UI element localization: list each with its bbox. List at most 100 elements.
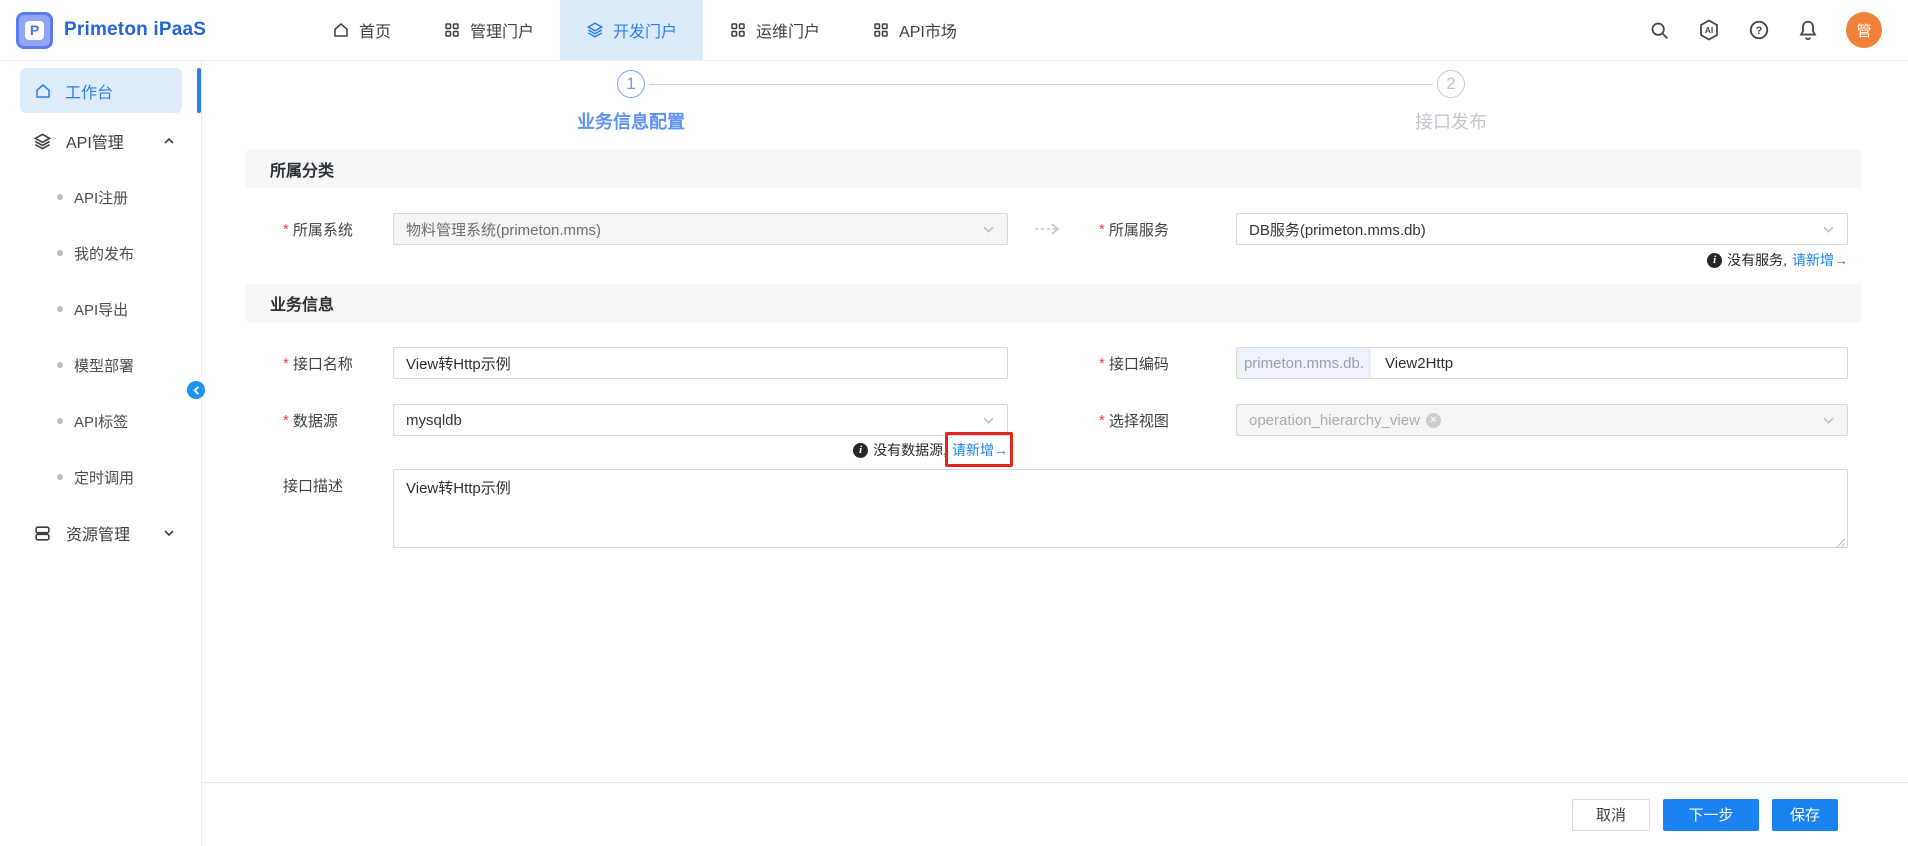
app-title: Primeton iPaaS [64, 19, 206, 41]
service-select[interactable]: DB服务(primeton.mms.db) [1236, 213, 1848, 245]
field-label-select-view: 选择视图 [1099, 410, 1169, 431]
grid-icon [729, 21, 747, 39]
view-select[interactable]: operation_hierarchy_view ✕ [1236, 404, 1848, 436]
nav-item-home[interactable]: 首页 [306, 0, 417, 60]
sidebar-item-workbench[interactable]: 工作台 [20, 68, 182, 113]
bullet-icon [57, 362, 63, 368]
step-2-label: 接口发布 [1341, 108, 1561, 134]
ai-icon-text: AI [1705, 25, 1714, 35]
step-1-circle: 1 [617, 70, 645, 98]
nav-item-admin-portal[interactable]: 管理门户 [417, 0, 560, 60]
sidebar-item-label: 我的发布 [74, 243, 134, 264]
step-connector-line [649, 84, 1433, 85]
bullet-icon [57, 474, 63, 480]
bullet-icon [57, 418, 63, 424]
field-label-api-name: 接口名称 [283, 353, 393, 374]
step-wizard: 1 业务信息配置 2 接口发布 [246, 61, 1861, 150]
field-label-service: 所属服务 [1099, 219, 1169, 240]
database-icon [33, 524, 52, 543]
section-business-info: 业务信息 接口名称 接口编码 [246, 284, 1861, 573]
footer-action-bar: 取消 下一步 保存 [202, 782, 1908, 846]
nav-item-label: 运维门户 [756, 18, 820, 42]
chevron-down-icon [163, 527, 175, 539]
sidebar-item-api-tags[interactable]: API标签 [0, 393, 201, 449]
selected-view-tag: operation_hierarchy_view ✕ [1249, 412, 1441, 429]
info-icon: i [1707, 253, 1722, 268]
sidebar-collapse-button[interactable] [187, 381, 205, 399]
dashed-arrow-icon [1034, 222, 1064, 236]
chevron-down-icon [1822, 414, 1835, 427]
app-window: P Primeton iPaaS 首页 管理门户 开发门户 [0, 0, 1908, 846]
sidebar-item-label: 模型部署 [74, 355, 134, 376]
save-button[interactable]: 保存 [1772, 799, 1838, 831]
grid-icon [443, 21, 461, 39]
sidebar-item-scheduled-call[interactable]: 定时调用 [0, 449, 201, 505]
step-1-label: 业务信息配置 [521, 108, 741, 134]
grid-icon [872, 21, 890, 39]
sidebar-item-label: API注册 [74, 187, 128, 208]
sidebar-item-api-export[interactable]: API导出 [0, 281, 201, 337]
sidebar-group-resource-management[interactable]: 资源管理 [0, 505, 201, 561]
section-title: 业务信息 [246, 284, 1861, 322]
hint-text: 没有数据源, [873, 440, 947, 460]
svg-text:?: ? [1756, 25, 1763, 37]
cancel-button[interactable]: 取消 [1572, 799, 1650, 831]
navbar-actions: AI ? 管 [1649, 12, 1882, 48]
api-description-textarea[interactable]: View转Http示例 [393, 469, 1848, 548]
sidebar-item-label: API标签 [74, 411, 128, 432]
logo-letter: P [25, 21, 44, 40]
hint-text: 没有服务, [1727, 250, 1787, 270]
chevron-up-icon [163, 135, 175, 147]
no-datasource-hint: i 没有数据源, 请新增→ [283, 439, 1008, 461]
nav-item-label: 管理门户 [470, 18, 534, 42]
sidebar-item-label: 定时调用 [74, 467, 134, 488]
system-select[interactable]: 物料管理系统(primeton.mms) [393, 213, 1008, 245]
add-datasource-link[interactable]: 请新增→ [952, 440, 1008, 460]
section-category: 所属分类 所属系统 物料管理系统(primeton.mms) [246, 150, 1861, 284]
api-name-input[interactable] [393, 347, 1008, 379]
datasource-select[interactable]: mysqldb [393, 404, 1008, 436]
ai-assistant-icon[interactable]: AI [1697, 18, 1721, 42]
add-service-link[interactable]: 请新增→ [1792, 250, 1848, 270]
bullet-icon [57, 194, 63, 200]
sidebar-group-api-management[interactable]: API管理 [0, 113, 201, 169]
layers-icon [33, 132, 52, 151]
sidebar-group-label: API管理 [66, 129, 124, 153]
sidebar-item-label: API导出 [74, 299, 128, 320]
nav-item-label: API市场 [899, 18, 957, 42]
sidebar: 工作台 API管理 API注册 我的发布 API导 [0, 61, 202, 846]
tag-close-icon[interactable]: ✕ [1426, 413, 1441, 428]
nav-item-label: 开发门户 [613, 18, 677, 42]
bullet-icon [57, 250, 63, 256]
main-content: 1 业务信息配置 2 接口发布 所属分类 所属系统 [202, 61, 1908, 846]
logo-icon: P [16, 12, 53, 49]
sidebar-item-label: 工作台 [65, 79, 113, 103]
sidebar-group-label: 资源管理 [66, 521, 130, 545]
chevron-down-icon [982, 223, 995, 236]
help-icon[interactable]: ? [1748, 19, 1770, 41]
step-2-circle: 2 [1437, 70, 1465, 98]
api-code-input[interactable] [1371, 348, 1847, 378]
field-label-datasource: 数据源 [283, 410, 393, 431]
home-icon [34, 82, 52, 100]
chevron-down-icon [1822, 223, 1835, 236]
sidebar-item-my-publish[interactable]: 我的发布 [0, 225, 201, 281]
info-icon: i [853, 443, 868, 458]
chevron-down-icon [982, 414, 995, 427]
api-code-prefix: primeton.mms.db. [1237, 348, 1371, 378]
search-icon[interactable] [1649, 20, 1670, 41]
step-2-api-publish: 2 接口发布 [1341, 61, 1561, 134]
nav-item-api-market[interactable]: API市场 [846, 0, 983, 60]
field-label-description: 接口描述 [283, 475, 393, 496]
sidebar-item-model-deploy[interactable]: 模型部署 [0, 337, 201, 393]
no-service-hint: i 没有服务, 请新增→ [283, 250, 1848, 270]
step-1-business-config: 1 业务信息配置 [521, 61, 741, 134]
nav-item-dev-portal[interactable]: 开发门户 [560, 0, 703, 60]
nav-item-ops-portal[interactable]: 运维门户 [703, 0, 846, 60]
user-avatar[interactable]: 管 [1846, 12, 1882, 48]
next-step-button[interactable]: 下一步 [1663, 799, 1759, 831]
sidebar-item-api-register[interactable]: API注册 [0, 169, 201, 225]
app-logo: P Primeton iPaaS [16, 12, 266, 49]
bell-icon[interactable] [1797, 19, 1819, 41]
field-label-system: 所属系统 [283, 219, 393, 240]
